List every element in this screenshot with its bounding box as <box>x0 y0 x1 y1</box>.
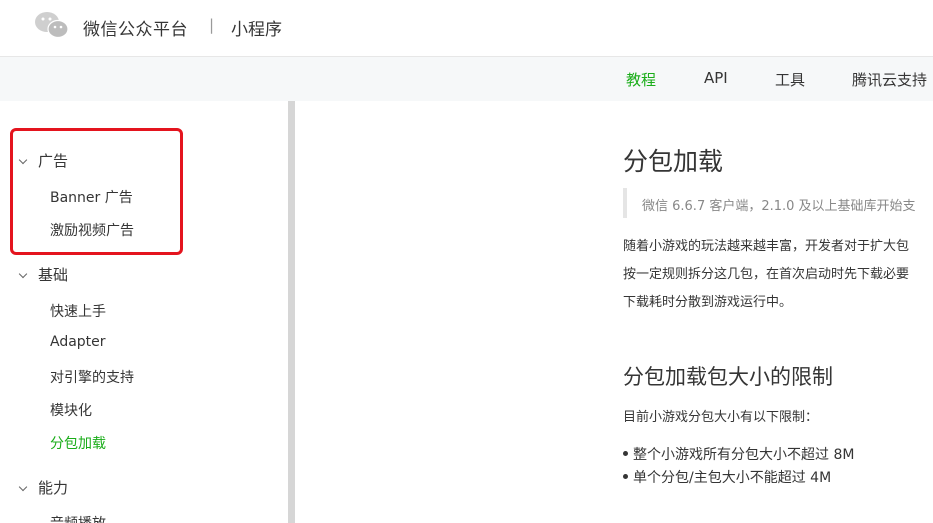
sidebar-item-subpackage-loading[interactable]: 分包加载 <box>50 433 106 453</box>
intro-line-1: 随着小游戏的玩法越来越丰富，开发者对于扩大包 <box>623 239 910 254</box>
brand-separator: | <box>209 16 215 34</box>
list-item: 整个小游戏所有分包大小不超过 8M <box>622 444 854 464</box>
list-item: 单个分包/主包大小不能超过 4M <box>622 467 831 487</box>
sidebar-group-ads[interactable]: 广告 <box>18 150 69 171</box>
wechat-logo-icon[interactable] <box>34 10 70 40</box>
sidebar-group-label: 广告 <box>38 152 69 170</box>
section-intro: 目前小游戏分包大小有以下限制： <box>623 410 819 425</box>
sidebar-item-rewarded-video-ad[interactable]: 激励视频广告 <box>50 220 134 240</box>
sidebar: 广告 Banner 广告 激励视频广告 基础 快速上手 Adapter 对引擎的… <box>0 101 288 523</box>
nav-tab-tools[interactable]: 工具 <box>775 69 805 90</box>
intro-line-3: 下载耗时分散到游戏运行中。 <box>623 295 793 310</box>
sidebar-group-label: 基础 <box>38 266 69 284</box>
sidebar-item-modularization[interactable]: 模块化 <box>50 400 92 420</box>
main-content: 分包加载 微信 6.6.7 客户端，2.1.0 及以上基础库开始支 随着小游戏的… <box>295 101 933 523</box>
sidebar-item-audio-playback[interactable]: 音频播放 <box>50 513 106 523</box>
sidebar-group-basics[interactable]: 基础 <box>18 264 69 285</box>
sidebar-item-banner-ad[interactable]: Banner 广告 <box>50 187 133 207</box>
nav-tab-tutorial[interactable]: 教程 <box>626 69 656 90</box>
nav-tab-api[interactable]: API <box>704 69 728 87</box>
version-note: 微信 6.6.7 客户端，2.1.0 及以上基础库开始支 <box>623 188 933 218</box>
top-header: 微信公众平台 | 小程序 <box>0 0 933 57</box>
page-title: 分包加载 <box>623 147 724 176</box>
section-title: 分包加载包大小的限制 <box>623 365 833 389</box>
chevron-down-icon <box>18 269 28 279</box>
sidebar-item-quick-start[interactable]: 快速上手 <box>50 301 106 321</box>
sidebar-group-label: 能力 <box>38 479 69 497</box>
sidebar-item-adapter[interactable]: Adapter <box>50 334 106 350</box>
sidebar-scrollbar[interactable] <box>288 101 295 523</box>
nav-tab-tencent-cloud[interactable]: 腾讯云支持 <box>852 69 927 90</box>
chevron-down-icon <box>18 482 28 492</box>
sidebar-group-capabilities[interactable]: 能力 <box>18 477 69 498</box>
sidebar-item-engine-support[interactable]: 对引擎的支持 <box>50 367 134 387</box>
top-nav: 教程 API 工具 腾讯云支持 <box>0 57 933 101</box>
intro-line-2: 按一定规则拆分这几包，在首次启动时先下载必要 <box>623 267 910 282</box>
brand-title[interactable]: 微信公众平台 <box>83 15 188 40</box>
brand-subtitle[interactable]: 小程序 <box>231 15 282 40</box>
chevron-down-icon <box>18 155 28 165</box>
